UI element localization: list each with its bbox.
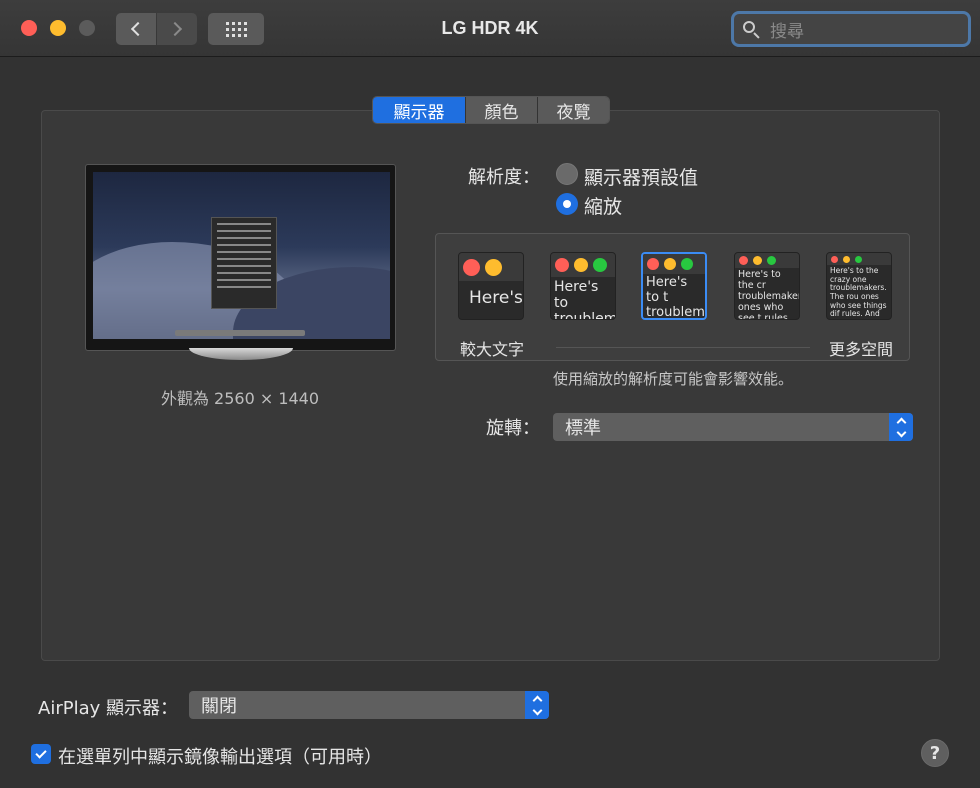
- radio-scaled[interactable]: [556, 193, 578, 215]
- scaling-note: 使用縮放的解析度可能會影響效能。: [552, 370, 793, 388]
- radio-default-label[interactable]: 顯示器預設值: [584, 163, 698, 190]
- minimize-button[interactable]: [50, 20, 66, 36]
- tab-bar: 顯示器 顏色 夜覽: [372, 96, 610, 124]
- tab-display[interactable]: 顯示器: [373, 97, 465, 123]
- search-field[interactable]: 搜尋: [731, 11, 971, 47]
- search-icon: [742, 20, 760, 39]
- back-button[interactable]: [116, 13, 156, 45]
- rotation-value: 標準: [565, 418, 601, 439]
- scale-option-1[interactable]: Here's: [458, 252, 524, 320]
- rotation-popup[interactable]: 標準: [553, 413, 913, 441]
- close-button[interactable]: [21, 20, 37, 36]
- mirror-options-label[interactable]: 在選單列中顯示鏡像輸出選項（可用時）: [58, 743, 382, 769]
- window-title: LG HDR 4K: [441, 18, 539, 38]
- larger-text-label: 較大文字: [460, 340, 525, 359]
- scale-option-3[interactable]: Here's to t troublema ones who: [641, 252, 707, 320]
- monitor-resolution-caption: 外觀為 2560 × 1440: [160, 389, 320, 408]
- monitor-image: [85, 164, 396, 351]
- chevron-right-icon: [167, 21, 183, 37]
- scale-option-2[interactable]: Here's to troublem: [550, 252, 616, 320]
- chevron-left-icon: [130, 21, 146, 37]
- scale-option-text: Here's: [469, 288, 523, 308]
- monitor-screen: [93, 172, 390, 339]
- airplay-popup[interactable]: 關閉: [189, 691, 549, 719]
- scaling-options: Here's Here's to troublem Here's to t tr…: [435, 233, 910, 361]
- grid-icon: [225, 21, 247, 37]
- show-all-button[interactable]: [208, 13, 264, 45]
- scale-option-text: Here's to the cr troublemakers. ones who…: [738, 269, 799, 320]
- scale-option-5[interactable]: Here's to the crazy one troublemakers. T…: [826, 252, 892, 320]
- checkmark-icon: [35, 746, 47, 759]
- tab-night-shift[interactable]: 夜覽: [537, 97, 609, 123]
- scale-track: [556, 347, 810, 348]
- search-placeholder: 搜尋: [770, 21, 804, 42]
- rotation-label: 旋轉：: [486, 418, 540, 439]
- mirror-options-checkbox[interactable]: [31, 744, 51, 764]
- radio-default-for-display[interactable]: [556, 163, 578, 185]
- more-space-label: 更多空間: [828, 340, 893, 359]
- tab-color[interactable]: 顏色: [465, 97, 537, 123]
- zoom-button[interactable]: [79, 20, 95, 36]
- help-button[interactable]: ?: [921, 739, 949, 767]
- forward-button[interactable]: [157, 13, 197, 45]
- scale-option-text: Here's to troublem: [554, 279, 615, 320]
- airplay-value: 關閉: [201, 696, 237, 717]
- up-down-chevron-icon: [525, 691, 549, 719]
- resolution-label: 解析度：: [468, 167, 540, 188]
- airplay-label: AirPlay 顯示器：: [38, 698, 178, 719]
- up-down-chevron-icon: [889, 413, 913, 441]
- radio-scaled-label[interactable]: 縮放: [584, 192, 622, 219]
- title-bar: LG HDR 4K 搜尋: [0, 0, 980, 57]
- scale-option-text: Here's to the crazy one troublemakers. T…: [830, 266, 887, 319]
- scale-option-text: Here's to t troublema ones who: [646, 275, 705, 320]
- scale-option-4[interactable]: Here's to the cr troublemakers. ones who…: [734, 252, 800, 320]
